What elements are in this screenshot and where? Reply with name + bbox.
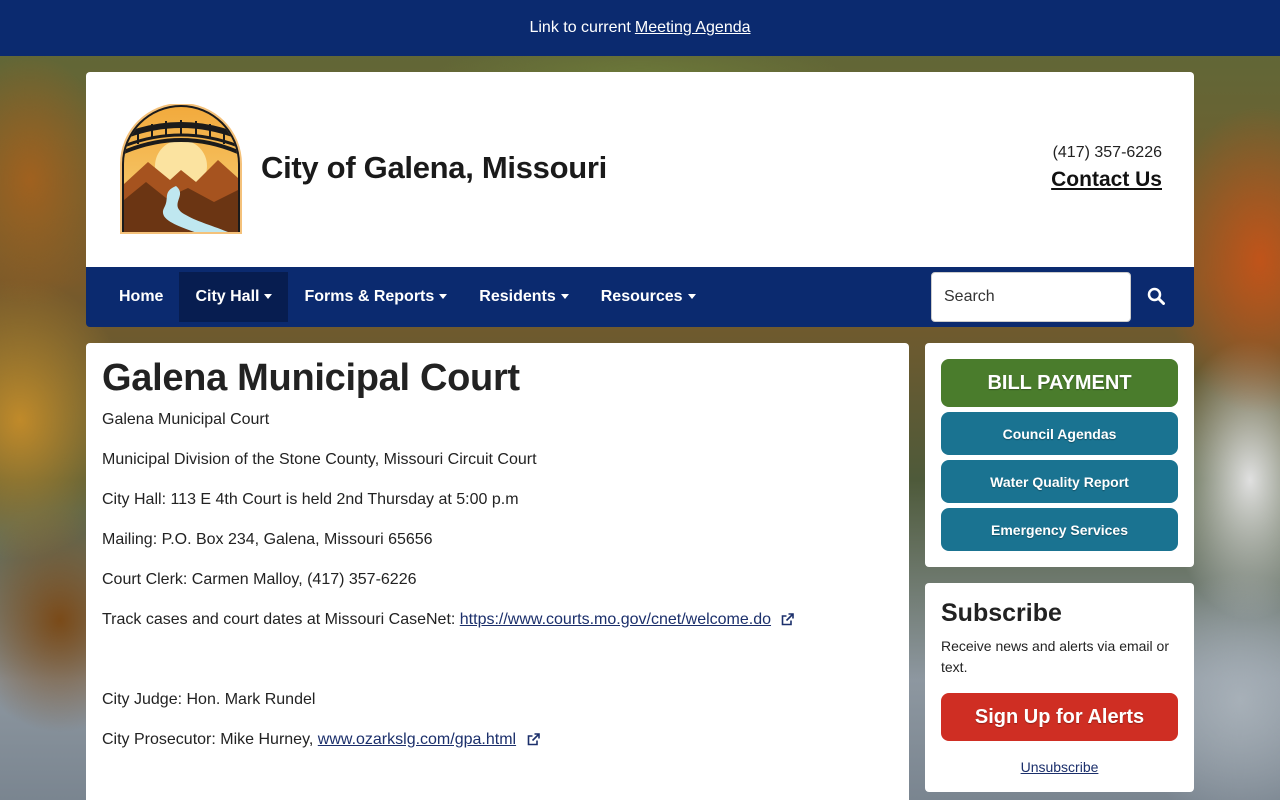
subscribe-panel: Subscribe Receive news and alerts via em…: [925, 583, 1194, 792]
court-division: Municipal Division of the Stone County, …: [102, 451, 537, 468]
nav-item-residents[interactable]: Residents: [463, 272, 584, 322]
caret-down-icon: [264, 293, 273, 299]
nav-item-label: Resources: [600, 288, 683, 305]
prosecutor-paragraph: City Prosecutor: Mike Hurney, www.ozarks…: [102, 730, 893, 750]
search-icon: [1147, 287, 1165, 305]
caret-down-icon: [439, 293, 448, 299]
banner-text: Link to current: [529, 19, 631, 36]
phone-number: (417) 357-6226: [1052, 144, 1162, 161]
main-content: Galena Municipal Court Galena Municipal …: [86, 343, 909, 800]
meeting-agenda-banner: Link to current Meeting Agenda: [0, 0, 1280, 56]
sign-up-alerts-button[interactable]: Sign Up for Alerts: [941, 693, 1178, 741]
casenet-paragraph: Track cases and court dates at Missouri …: [102, 610, 893, 630]
nav-item-label: City Hall: [195, 288, 260, 305]
page-title: Galena Municipal Court: [102, 357, 520, 399]
unsubscribe-link[interactable]: Unsubscribe: [941, 759, 1178, 775]
council-agendas-button[interactable]: Council Agendas: [941, 412, 1178, 455]
site-title: City of Galena, Missouri: [261, 150, 607, 185]
court-name: Galena Municipal Court: [102, 411, 270, 428]
site-header: City of Galena, Missouri (417) 357-6226 …: [86, 72, 1194, 268]
nav-item-resources[interactable]: Resources: [585, 272, 712, 322]
emergency-services-button[interactable]: Emergency Services: [941, 508, 1178, 551]
mailing-address: Mailing: P.O. Box 234, Galena, Missouri …: [102, 531, 433, 548]
bill-payment-button[interactable]: BILL PAYMENT: [941, 359, 1178, 407]
subscribe-title: Subscribe: [941, 599, 1062, 627]
nav-item-city-hall[interactable]: City Hall: [179, 272, 289, 322]
court-schedule: City Hall: 113 E 4th Court is held 2nd T…: [102, 491, 519, 508]
meeting-agenda-link[interactable]: Meeting Agenda: [635, 19, 751, 37]
prosecutor-text: City Prosecutor: Mike Hurney,: [102, 731, 314, 748]
quick-links-panel: BILL PAYMENT Council Agendas Water Quali…: [925, 343, 1194, 567]
search-input[interactable]: [931, 272, 1131, 322]
nav-item-label: Forms & Reports: [304, 288, 435, 305]
subscribe-description: Receive news and alerts via email or tex…: [941, 638, 1169, 675]
casenet-text: Track cases and court dates at Missouri …: [102, 611, 456, 628]
caret-down-icon: [560, 293, 569, 299]
nav-item-label: Home: [119, 288, 164, 305]
header-contact: (417) 357-6226 Contact Us: [1051, 144, 1162, 192]
external-link-icon: [527, 733, 540, 746]
prosecutor-link[interactable]: www.ozarkslg.com/gpa.html: [318, 731, 516, 748]
contact-us-link[interactable]: Contact Us: [1051, 168, 1162, 192]
city-logo[interactable]: [118, 103, 244, 234]
court-clerk: Court Clerk: Carmen Malloy, (417) 357-62…: [102, 571, 417, 588]
main-navigation: Home City Hall Forms & Reports Residents…: [86, 267, 1194, 327]
caret-down-icon: [687, 293, 696, 299]
nav-item-label: Residents: [479, 288, 556, 305]
search-button[interactable]: [1139, 279, 1173, 313]
city-judge: City Judge: Hon. Mark Rundel: [102, 691, 316, 708]
external-link-icon: [782, 613, 795, 626]
nav-item-forms-reports[interactable]: Forms & Reports: [288, 272, 463, 322]
nav-item-home[interactable]: Home: [103, 272, 179, 322]
water-quality-report-button[interactable]: Water Quality Report: [941, 460, 1178, 503]
casenet-link[interactable]: https://www.courts.mo.gov/cnet/welcome.d…: [460, 611, 771, 628]
